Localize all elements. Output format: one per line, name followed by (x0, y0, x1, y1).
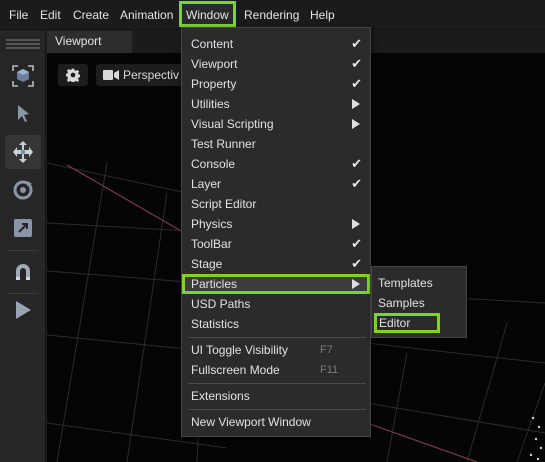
menu-item-label: Statistics (191, 317, 240, 331)
menu-help[interactable]: Help (310, 0, 335, 30)
menu-item-label: Viewport (191, 57, 238, 71)
rotate-tool[interactable] (5, 173, 41, 207)
menu-item-extensions[interactable]: Extensions (182, 386, 370, 406)
checkmark-icon: ✔ (351, 256, 362, 271)
pointer-icon (18, 105, 29, 122)
menu-item-label: Layer (191, 177, 222, 191)
menu-item-label: Physics (191, 217, 233, 231)
menu-item-test-runner[interactable]: Test Runner (182, 134, 370, 154)
menu-item-label: Stage (191, 257, 223, 271)
menu-item-layer[interactable]: Layer ✔ (182, 174, 370, 194)
menu-item-label: Test Runner (191, 137, 256, 151)
viewport-settings-button[interactable] (58, 64, 88, 86)
menu-item-label: Particles (191, 277, 238, 291)
play-tool[interactable] (5, 293, 41, 327)
menu-item-label: Visual Scripting (191, 117, 274, 131)
menu-item-viewport[interactable]: Viewport ✔ (182, 54, 370, 74)
menu-item-ui-toggle-visibility[interactable]: UI Toggle Visibility F7 (182, 340, 370, 360)
pointer-tool[interactable] (5, 97, 41, 131)
menu-item-usd-paths[interactable]: USD Paths (182, 294, 370, 314)
x-axis-line-far (366, 422, 478, 462)
move-icon (13, 141, 33, 163)
play-icon (16, 301, 31, 319)
menu-edit[interactable]: Edit (40, 0, 61, 30)
rotate-icon (13, 180, 33, 200)
submenu-item-samples[interactable]: Samples (372, 293, 466, 313)
window-menu-dropdown: Content ✔ Viewport ✔ Property ✔ Utilities V… (181, 27, 371, 437)
menu-item-statistics[interactable]: Statistics (182, 314, 370, 334)
checkmark-icon: ✔ (351, 56, 362, 71)
toolbar-grip[interactable] (6, 39, 40, 49)
menu-separator (188, 409, 366, 410)
menu-item-console[interactable]: Console ✔ (182, 154, 370, 174)
snap-magnet-icon (16, 264, 30, 280)
menu-item-physics[interactable]: Physics (182, 214, 370, 234)
menu-item-label: Script Editor (191, 197, 257, 211)
scale-icon (14, 219, 32, 237)
camera-label: Perspectiv (123, 68, 180, 82)
submenu-arrow-icon (352, 219, 360, 229)
menu-item-toolbar[interactable]: ToolBar ✔ (182, 234, 370, 254)
snap-tool[interactable] (5, 255, 41, 289)
menu-item-stage[interactable]: Stage ✔ (182, 254, 370, 274)
tab-viewport[interactable]: Viewport (47, 31, 132, 53)
menu-separator (188, 337, 366, 338)
submenu-arrow-icon (352, 119, 360, 129)
menu-item-utilities[interactable]: Utilities (182, 94, 370, 114)
menu-item-label: UI Toggle Visibility (191, 343, 288, 357)
gear-icon (66, 68, 80, 82)
menu-item-label: New Viewport Window (191, 415, 311, 429)
camera-dropdown[interactable]: Perspectiv (96, 64, 186, 86)
menu-item-label: Extensions (191, 389, 250, 403)
menu-item-script-editor[interactable]: Script Editor (182, 194, 370, 214)
menu-item-label: USD Paths (191, 297, 251, 311)
select-cube-icon (12, 65, 34, 87)
checkmark-icon: ✔ (351, 176, 362, 191)
menu-animation[interactable]: Animation (120, 0, 173, 30)
video-camera-icon (103, 70, 119, 80)
submenu-item-editor[interactable]: Editor (374, 313, 440, 333)
move-tool[interactable] (5, 135, 41, 169)
menu-window[interactable]: Window (179, 1, 236, 27)
menu-item-fullscreen-mode[interactable]: Fullscreen Mode F11 (182, 360, 370, 380)
menubar: File Edit Create Animation Window Render… (0, 0, 545, 30)
menu-item-particles[interactable]: Particles (182, 274, 370, 294)
checkmark-icon: ✔ (351, 76, 362, 91)
shortcut-label: F7 (320, 344, 333, 356)
menu-item-new-viewport-window[interactable]: New Viewport Window (182, 412, 370, 432)
menu-item-label: Console (191, 157, 236, 171)
left-toolbar (0, 31, 46, 462)
menu-item-label: Fullscreen Mode (191, 363, 280, 377)
checkmark-icon: ✔ (351, 36, 362, 51)
submenu-arrow-icon (352, 279, 360, 289)
submenu-arrow-icon (352, 99, 360, 109)
particles-submenu: Templates Samples Editor (371, 266, 467, 338)
menu-create[interactable]: Create (73, 0, 109, 30)
select-cube-tool[interactable] (5, 59, 41, 93)
menu-item-label: Utilities (191, 97, 230, 111)
shortcut-label: F11 (320, 364, 339, 376)
menu-item-label: Content (191, 37, 234, 51)
menu-separator (188, 383, 366, 384)
submenu-item-templates[interactable]: Templates (372, 273, 466, 293)
menu-item-label: ToolBar (191, 237, 232, 251)
menu-item-visual-scripting[interactable]: Visual Scripting (182, 114, 370, 134)
checkmark-icon: ✔ (351, 236, 362, 251)
menu-rendering[interactable]: Rendering (244, 0, 299, 30)
menu-item-label: Property (191, 77, 237, 91)
menu-item-property[interactable]: Property ✔ (182, 74, 370, 94)
scale-tool[interactable] (5, 211, 41, 245)
menu-file[interactable]: File (9, 0, 28, 30)
checkmark-icon: ✔ (351, 156, 362, 171)
menu-item-content[interactable]: Content ✔ (182, 34, 370, 54)
